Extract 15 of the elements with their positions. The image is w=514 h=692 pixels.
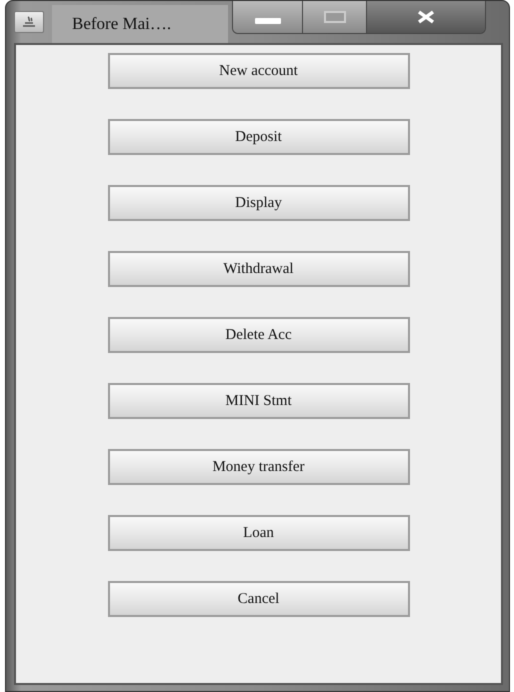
window-title: Before Mai…. <box>52 5 228 43</box>
minimize-button[interactable] <box>233 1 303 33</box>
maximize-button[interactable] <box>303 1 367 33</box>
close-icon <box>415 10 437 24</box>
menu-button[interactable]: Cancel <box>108 581 410 617</box>
menu-button[interactable]: Display <box>108 185 410 221</box>
menu-button[interactable]: MINI Stmt <box>108 383 410 419</box>
menu-button[interactable]: Delete Acc <box>108 317 410 353</box>
close-button[interactable] <box>367 1 485 33</box>
menu-button[interactable]: Deposit <box>108 119 410 155</box>
menu-button[interactable]: Money transfer <box>108 449 410 485</box>
menu-button[interactable]: Withdrawal <box>108 251 410 287</box>
menu-button[interactable]: Loan <box>108 515 410 551</box>
app-icon <box>14 11 44 33</box>
menu-button[interactable]: New account <box>108 53 410 89</box>
